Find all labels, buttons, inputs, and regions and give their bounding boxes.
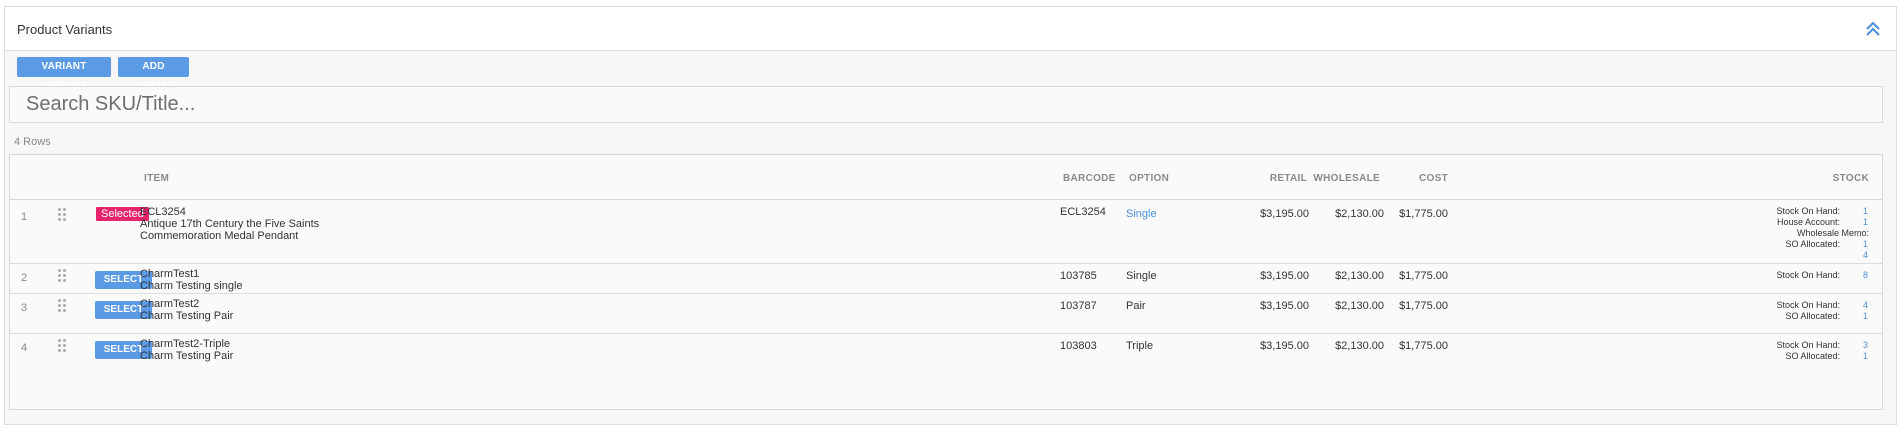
stock-value-link[interactable]: 4 [1863,250,1868,260]
stock-label: SO Allocated: [1785,351,1840,361]
retail-price: $3,195.00 [1260,340,1309,352]
stock-value-link[interactable]: 3 [1863,340,1868,350]
search-input[interactable] [9,86,1883,123]
barcode: ECL3254 [1060,206,1106,218]
table-row: 4 SELECT CharmTest2-Triple Charm Testing… [10,333,1882,371]
row-index: 3 [21,302,28,314]
table-row: 2 SELECT CharmTest1 Charm Testing single… [10,263,1882,294]
header-retail[interactable]: RETAIL [1270,173,1307,184]
row-index: 2 [21,272,28,284]
stock-value-link[interactable]: 4 [1863,300,1868,310]
table-row: 3 SELECT CharmTest2 Charm Testing Pair 1… [10,293,1882,334]
retail-price: $3,195.00 [1260,300,1309,312]
stock-label: Stock On Hand: [1776,300,1840,310]
retail-price: $3,195.00 [1260,270,1309,282]
header-barcode[interactable]: BARCODE [1063,173,1116,184]
stock-label: Stock On Hand: [1776,206,1840,216]
variants-table: ITEM BARCODE OPTION RETAIL WHOLESALE COS… [9,154,1883,410]
table-header: ITEM BARCODE OPTION RETAIL WHOLESALE COS… [10,155,1882,200]
drag-handle-icon[interactable] [58,269,66,282]
item-title: Charm Testing single [140,280,243,292]
barcode: 103803 [1060,340,1097,352]
barcode: 103785 [1060,270,1097,282]
option: Single [1126,270,1157,282]
option: Triple [1126,340,1154,352]
stock-value-link[interactable]: 1 [1863,217,1868,227]
stock-label: House Account: [1776,217,1840,227]
stock-label: Stock On Hand: [1776,340,1840,350]
cost-price: $1,775.00 [1399,208,1448,220]
item-title: Charm Testing Pair [140,350,234,362]
rows-count: 4 Rows [14,136,51,148]
stock-label: Wholesale Memo: [1796,228,1869,238]
header-item[interactable]: ITEM [144,173,169,184]
wholesale-price: $2,130.00 [1335,300,1384,312]
cost-price: $1,775.00 [1399,300,1448,312]
drag-handle-icon[interactable] [58,339,66,352]
stock-label: SO Allocated: [1785,239,1840,249]
item-title: Charm Testing Pair [140,310,234,322]
header-stock[interactable]: STOCK [1833,173,1869,184]
panel-header: Product Variants [5,7,1896,51]
wholesale-price: $2,130.00 [1335,208,1384,220]
drag-handle-icon[interactable] [58,299,66,312]
chevrons-up-icon[interactable] [1864,20,1882,38]
stock-value-link[interactable]: 1 [1863,206,1868,216]
stock-label: SO Allocated: [1785,311,1840,321]
cost-price: $1,775.00 [1399,270,1448,282]
drag-handle-icon[interactable] [58,208,66,221]
wholesale-price: $2,130.00 [1335,270,1384,282]
stock-value-link[interactable]: 1 [1863,311,1868,321]
item-title-line-2: Commemoration Medal Pendant [140,230,299,242]
option: Pair [1126,300,1146,312]
wholesale-price: $2,130.00 [1335,340,1384,352]
stock-value-link[interactable]: 1 [1863,239,1868,249]
add-variant-button[interactable]: ADD VARIANT [118,57,189,92]
stock-value-link[interactable]: 1 [1863,351,1868,361]
panel-title: Product Variants [17,22,113,37]
table-row: 1 Selected ECL3254 Antique 17th Century … [10,199,1882,264]
header-wholesale[interactable]: WHOLESALE [1313,173,1380,184]
header-option[interactable]: OPTION [1129,173,1169,184]
cost-price: $1,775.00 [1399,340,1448,352]
stock-label: Stock On Hand: [1776,270,1840,280]
header-cost[interactable]: COST [1419,173,1448,184]
retail-price: $3,195.00 [1260,208,1309,220]
barcode: 103787 [1060,300,1097,312]
option-link[interactable]: Single [1126,207,1157,222]
row-index: 1 [21,211,28,223]
row-index: 4 [21,342,28,354]
variant-options-button[interactable]: VARIANT OPTIONS [17,57,111,92]
stock-value-link[interactable]: 8 [1863,270,1868,280]
